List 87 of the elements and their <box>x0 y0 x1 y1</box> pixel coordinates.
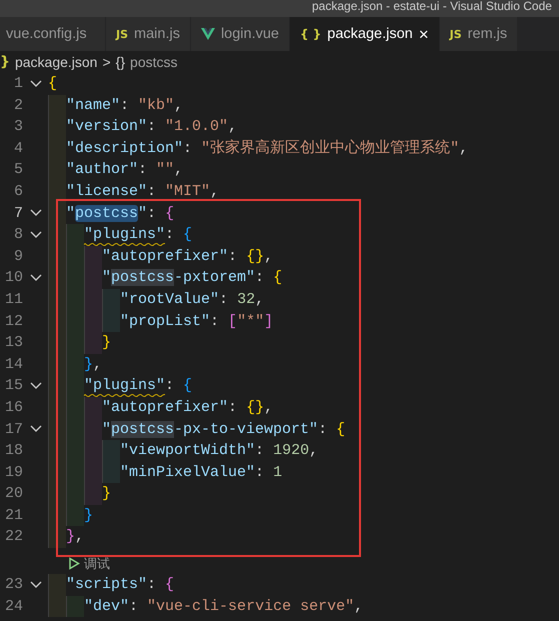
code-line: "postcss-pxtorem": { <box>102 268 282 288</box>
line-number: 11 <box>4 290 23 310</box>
indent-guide <box>66 596 84 618</box>
code-line: "plugins": { <box>84 375 192 397</box>
line-number: 17 <box>4 420 23 440</box>
line-number: 2 <box>12 96 23 116</box>
code-line: "postcss-px-to-viewport": { <box>102 420 346 440</box>
line-number: 20 <box>4 484 23 504</box>
editor-tab[interactable]: vue.config.js <box>0 17 105 51</box>
breadcrumb-item[interactable]: package.json <box>14 54 98 70</box>
editor-tab[interactable]: JS rem.js <box>440 17 518 51</box>
code-line: }, <box>66 527 84 548</box>
line-number: 4 <box>12 138 23 159</box>
fold-chevron-icon[interactable] <box>28 381 42 392</box>
line-number: 6 <box>12 182 23 202</box>
indent-guide <box>66 504 84 526</box>
run-icon[interactable] <box>68 557 80 570</box>
line-number: 13 <box>4 333 23 354</box>
code-line: "version": "1.0.0", <box>66 117 238 138</box>
code-line: "license": "MIT", <box>66 182 220 202</box>
braces-icon: { } <box>300 27 322 41</box>
line-number: 7 <box>12 204 23 224</box>
line-number: 15 <box>4 376 23 396</box>
code-line: } <box>102 484 112 504</box>
fold-chevron-icon[interactable] <box>28 424 42 434</box>
line-number: 19 <box>4 462 23 483</box>
indent-guide <box>84 246 102 268</box>
line-number: 12 <box>4 312 23 332</box>
line-number: 9 <box>12 246 23 267</box>
indent-guide <box>48 574 66 596</box>
code-line: "autoprefixer": {}, <box>102 246 274 267</box>
braces-icon: {} <box>116 54 126 70</box>
codelens-link[interactable]: 调试 <box>84 554 110 573</box>
breadcrumb-separator: > <box>102 54 111 70</box>
code-line: "name": "kb", <box>66 96 184 116</box>
line-number: 14 <box>4 354 23 375</box>
line-number: 18 <box>4 441 23 462</box>
breadcrumb-item[interactable]: postcss <box>130 54 178 70</box>
js-file-icon: JS <box>116 28 128 40</box>
code-line: "scripts": { <box>66 575 174 596</box>
indent-guide <box>102 440 120 462</box>
line-number: 1 <box>12 74 23 94</box>
line-number: 3 <box>12 117 23 138</box>
code-line: "postcss": { <box>66 204 174 224</box>
code-line: "minPixelValue": 1 <box>120 462 282 483</box>
indent-guide <box>102 288 120 311</box>
code-line: "plugins": { <box>84 224 192 246</box>
line-number: 24 <box>4 596 23 617</box>
fold-chevron-icon[interactable] <box>28 78 42 89</box>
line-number: 21 <box>4 506 23 526</box>
code-line: } <box>102 333 112 354</box>
indent-guide <box>102 310 120 332</box>
indent-guide <box>102 462 120 484</box>
code-line: } <box>84 506 94 526</box>
line-number: 8 <box>12 225 23 246</box>
code-line: "viewportWidth": 1920, <box>120 441 318 462</box>
line-number: 22 <box>4 527 23 548</box>
code-line: "description": "张家界高新区创业中心物业管理系统", <box>66 138 468 159</box>
line-number: 16 <box>4 398 23 418</box>
editor-tab[interactable]: JS main.js <box>106 17 190 51</box>
editor-tab[interactable]: login.vue <box>190 17 289 51</box>
editor-tab[interactable]: { } package.json × <box>290 17 439 51</box>
indent-guide <box>84 483 102 505</box>
code-line: "propList": ["*"] <box>120 312 274 332</box>
indent-guide <box>48 596 66 618</box>
code-line: "dev": "vue-cli-service serve", <box>84 596 364 617</box>
fold-chevron-icon[interactable] <box>28 230 42 240</box>
fold-chevron-icon[interactable] <box>28 580 42 590</box>
indent-guide <box>84 332 102 354</box>
close-icon[interactable]: × <box>418 26 429 42</box>
indent-guide <box>66 224 84 246</box>
code-line: { <box>48 74 58 94</box>
code-line: "autoprefixer": {}, <box>102 398 274 418</box>
line-number: 10 <box>4 268 23 288</box>
window-title: package.json - estate-ui - Visual Studio Code <box>312 0 552 13</box>
fold-chevron-icon[interactable] <box>28 208 42 218</box>
line-number: 5 <box>12 160 23 180</box>
indent-guide <box>84 396 102 418</box>
indent-guide <box>48 94 66 116</box>
line-number: 23 <box>4 575 23 596</box>
code-line: }, <box>84 354 102 375</box>
vue-file-icon <box>200 28 215 40</box>
js-file-icon: JS <box>450 28 462 40</box>
fold-chevron-icon[interactable] <box>28 273 42 284</box>
code-line: "rootValue": 32, <box>120 290 264 310</box>
code-line: "author": "", <box>66 160 184 180</box>
json-file-icon: } <box>0 54 10 70</box>
